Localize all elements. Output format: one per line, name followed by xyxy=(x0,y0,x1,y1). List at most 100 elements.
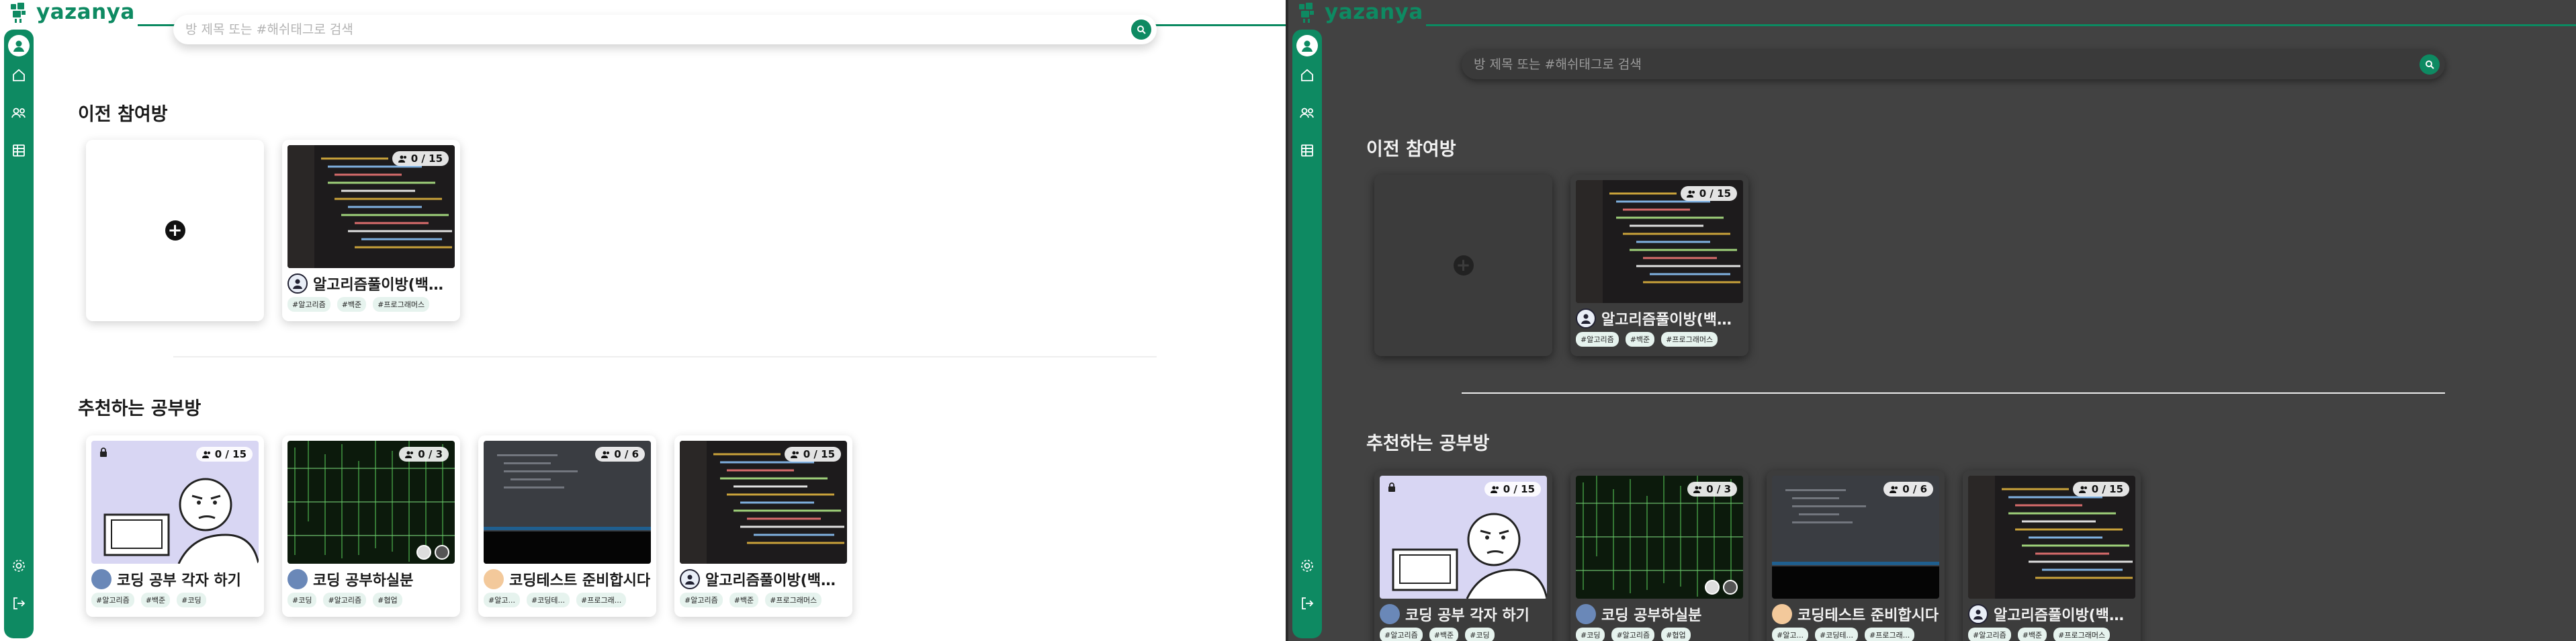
owner-avatar xyxy=(680,569,700,589)
tag[interactable]: #코딩 xyxy=(1465,628,1495,641)
home-icon[interactable] xyxy=(1296,65,1318,86)
tag[interactable]: #백준 xyxy=(729,593,759,607)
room-thumbnail: 0 / 15 xyxy=(680,441,847,564)
logout-icon[interactable] xyxy=(1296,593,1318,614)
logout-icon[interactable] xyxy=(8,593,30,614)
tag[interactable]: #프로그래... xyxy=(1865,628,1915,641)
tag[interactable]: #프로그래머스 xyxy=(373,297,430,312)
member-avatar xyxy=(1723,580,1738,595)
tag[interactable]: #알고... xyxy=(484,593,520,607)
avatar-icon[interactable] xyxy=(8,35,30,56)
tag[interactable]: #알고리즘 xyxy=(1611,628,1655,641)
tag[interactable]: #백준 xyxy=(337,297,367,312)
owner-avatar xyxy=(1380,604,1400,624)
tag[interactable]: #백준 xyxy=(1625,332,1655,347)
recommended-room-card[interactable]: 0 / 3 코딩 공부하실분 #코딩 #알고리즘 #협업 xyxy=(282,435,460,617)
board-icon[interactable] xyxy=(8,140,30,161)
sidebar xyxy=(1292,30,1322,638)
room-tags: #알고리즘 #백준 #프로그래머스 xyxy=(1968,628,2111,641)
room-tags: #코딩 #알고리즘 #협업 xyxy=(287,593,402,607)
owner-avatar xyxy=(287,273,308,294)
home-icon[interactable] xyxy=(8,65,30,86)
capacity-badge: 0 / 3 xyxy=(399,447,449,462)
friends-icon[interactable] xyxy=(8,102,30,124)
plus-icon: + xyxy=(1453,255,1474,275)
member-avatar xyxy=(435,545,449,560)
tag[interactable]: #코딩테... xyxy=(1814,628,1859,641)
tag[interactable]: #프로그래머스 xyxy=(2053,628,2111,641)
tag[interactable]: #알고리즘 xyxy=(287,297,330,312)
search-icon[interactable] xyxy=(1131,19,1151,40)
room-tags: #알고... #코딩테... #프로그래... xyxy=(1772,628,1915,641)
tag[interactable]: #프로그래머스 xyxy=(765,593,822,607)
tag[interactable]: #프로그래머스 xyxy=(1661,332,1718,347)
tag[interactable]: #프로그래... xyxy=(576,593,627,607)
recommended-room-card[interactable]: 0 / 6 코딩테스트 준비합시다 #알고... #코딩테... #프로그래..… xyxy=(1767,470,1945,641)
tag[interactable]: #코딩 xyxy=(1576,628,1605,641)
capacity-badge: 0 / 15 xyxy=(195,447,253,462)
room-title: 코딩 공부하실분 xyxy=(1576,603,1745,625)
room-title: 코딩 공부 각자 하기 xyxy=(1380,603,1549,625)
board-icon[interactable] xyxy=(1296,140,1318,161)
tag[interactable]: #알고리즘 xyxy=(323,593,367,607)
tag[interactable]: #알고리즘 xyxy=(680,593,723,607)
add-room-card[interactable]: + xyxy=(86,140,264,321)
capacity-badge: 0 / 15 xyxy=(784,447,841,462)
recommended-room-card[interactable]: 0 / 15 알고리즘풀이방(백준,프로그래머스,etc) #알고리즘 #백준 … xyxy=(674,435,852,617)
users-icon xyxy=(790,451,799,458)
friends-icon[interactable] xyxy=(1296,102,1318,124)
logo[interactable]: yazanya xyxy=(1295,0,1423,24)
tag[interactable]: #코딩 xyxy=(287,593,317,607)
recommended-room-card[interactable]: 0 / 15 코딩 공부 각자 하기 #알고리즘 #백준 #코딩 xyxy=(1374,470,1552,641)
avatar-icon[interactable] xyxy=(1296,35,1318,56)
room-title: 코딩 공부 각자 하기 xyxy=(91,568,261,590)
search-icon[interactable] xyxy=(2419,54,2440,75)
tag[interactable]: #협업 xyxy=(373,593,402,607)
settings-icon[interactable] xyxy=(1296,555,1318,576)
tag[interactable]: #코딩 xyxy=(177,593,206,607)
recommended-room-card[interactable]: 0 / 6 코딩테스트 준비합시다 #알고... #코딩테... #프로그래..… xyxy=(478,435,656,617)
logo[interactable]: yazanya xyxy=(7,0,135,24)
room-tags: #알고리즘 #백준 #코딩 xyxy=(1380,628,1495,641)
recommended-room-card[interactable]: 0 / 3 코딩 공부하실분 #코딩 #알고리즘 #협업 xyxy=(1570,470,1748,641)
tag[interactable]: #알고리즘 xyxy=(91,593,134,607)
owner-avatar xyxy=(1576,604,1596,624)
tag[interactable]: #알고리즘 xyxy=(1576,332,1619,347)
previous-rooms-title: 이전 참여방 xyxy=(1366,139,1456,160)
recommended-room-card[interactable]: 0 / 15 알고리즘풀이방(백준,프로그래머스,etc) #알고리즘 #백준 … xyxy=(1963,470,2141,641)
room-tags: #알고리즘 #백준 #프로그래머스 xyxy=(287,297,430,312)
tag[interactable]: #코딩테... xyxy=(526,593,570,607)
tag[interactable]: #알고리즘 xyxy=(1380,628,1423,641)
tag[interactable]: #백준 xyxy=(1429,628,1459,641)
users-icon xyxy=(1686,190,1695,198)
room-title: 알고리즘풀이방(백준,프로그래머스,etc) xyxy=(1968,603,2137,625)
users-icon xyxy=(2078,486,2087,493)
add-room-card[interactable]: + xyxy=(1374,175,1552,356)
search-input[interactable] xyxy=(1474,57,2419,72)
recommended-rooms-title: 추천하는 공부방 xyxy=(1366,433,1490,454)
plus-icon: + xyxy=(165,220,185,241)
room-title: 코딩테스트 준비합시다 xyxy=(484,568,653,590)
tag[interactable]: #백준 xyxy=(2017,628,2047,641)
tag[interactable]: #알고... xyxy=(1772,628,1808,641)
recommended-room-card[interactable]: 0 / 15 코딩 공부 각자 하기 #알고리즘 #백준 #코딩 xyxy=(86,435,264,617)
room-thumbnail: 0 / 3 xyxy=(287,441,455,564)
previous-room-card[interactable]: 0 / 15 알고리즘풀이방(백준,프로그래머스,etc) #알고리즘 #백준 … xyxy=(1570,175,1748,356)
section-divider xyxy=(1462,392,2445,394)
settings-icon[interactable] xyxy=(8,555,30,576)
recommended-rooms-title: 추천하는 공부방 xyxy=(78,398,202,419)
tag[interactable]: #백준 xyxy=(140,593,171,607)
room-title: 알고리즘풀이방(백준,프로그래머스,etc) xyxy=(287,273,457,294)
room-title: 알고리즘풀이방(백준,프로그래머스,etc) xyxy=(1576,308,1745,329)
owner-avatar xyxy=(287,569,308,589)
previous-room-card[interactable]: 0 / 15 알고리즘풀이방(백준,프로그래머스,etc) #알고리즘 #백준 … xyxy=(282,140,460,321)
room-tags: #알고리즘 #백준 #코딩 xyxy=(91,593,206,607)
capacity-badge: 0 / 15 xyxy=(1680,186,1737,201)
tag[interactable]: #알고리즘 xyxy=(1968,628,2011,641)
tag[interactable]: #협업 xyxy=(1661,628,1691,641)
search-input[interactable] xyxy=(185,22,1131,37)
top-divider xyxy=(1426,24,2576,26)
search-bar xyxy=(1462,50,2445,79)
users-icon xyxy=(601,451,610,458)
capacity-badge: 0 / 6 xyxy=(595,447,645,462)
